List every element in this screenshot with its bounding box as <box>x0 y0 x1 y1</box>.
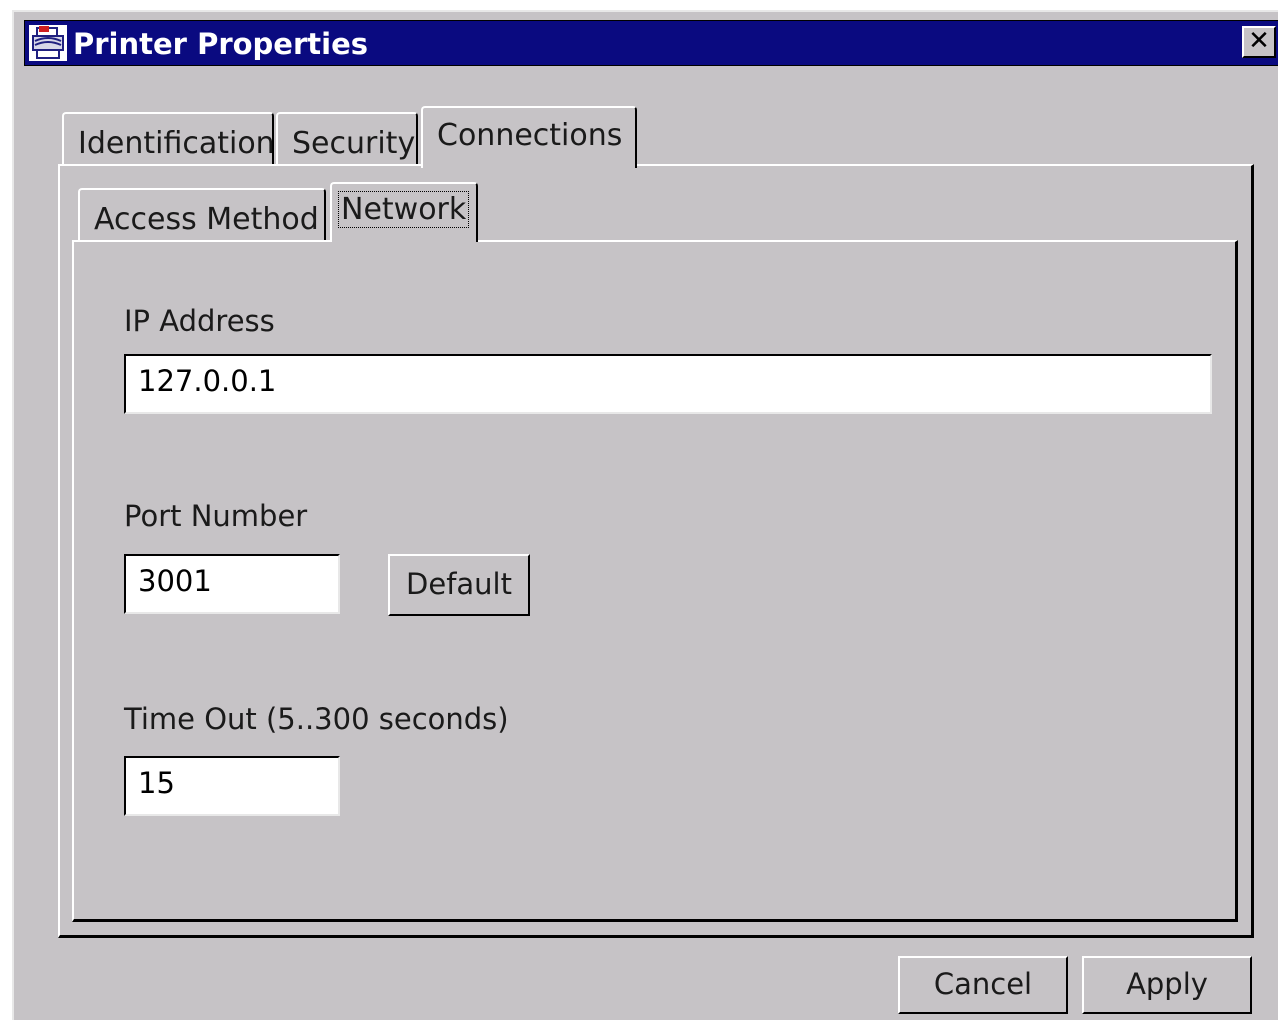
tab-connections[interactable]: Connections <box>421 106 637 168</box>
tab-network[interactable]: Network <box>330 182 478 242</box>
apply-button[interactable]: Apply <box>1082 956 1252 1014</box>
close-icon: ✕ <box>1248 26 1270 56</box>
close-button[interactable]: ✕ <box>1242 26 1276 58</box>
ip-address-label: IP Address <box>124 304 275 338</box>
tab-label: Access Method <box>94 202 319 237</box>
tab-label: Security <box>292 126 416 161</box>
time-out-field[interactable]: 15 <box>124 756 340 816</box>
cancel-button[interactable]: Cancel <box>898 956 1068 1014</box>
tab-label: Connections <box>437 118 623 153</box>
ip-address-field[interactable]: 127.0.0.1 <box>124 354 1212 414</box>
tab-access-method[interactable]: Access Method <box>78 188 326 242</box>
printer-properties-dialog: Printer Properties ✕ Identification Secu… <box>12 10 1278 1020</box>
title-bar[interactable]: Printer Properties ✕ <box>24 20 1278 66</box>
window-title: Printer Properties <box>73 27 369 61</box>
tab-security[interactable]: Security <box>276 112 418 166</box>
time-out-label: Time Out (5..300 seconds) <box>124 702 509 736</box>
port-number-label: Port Number <box>124 499 308 533</box>
tab-label: Network <box>338 191 470 228</box>
tab-identification[interactable]: Identification <box>62 112 275 166</box>
default-button[interactable]: Default <box>388 554 530 616</box>
tab-label: Identification <box>78 126 275 161</box>
port-number-field[interactable]: 3001 <box>124 554 340 614</box>
printer-icon <box>29 25 67 61</box>
